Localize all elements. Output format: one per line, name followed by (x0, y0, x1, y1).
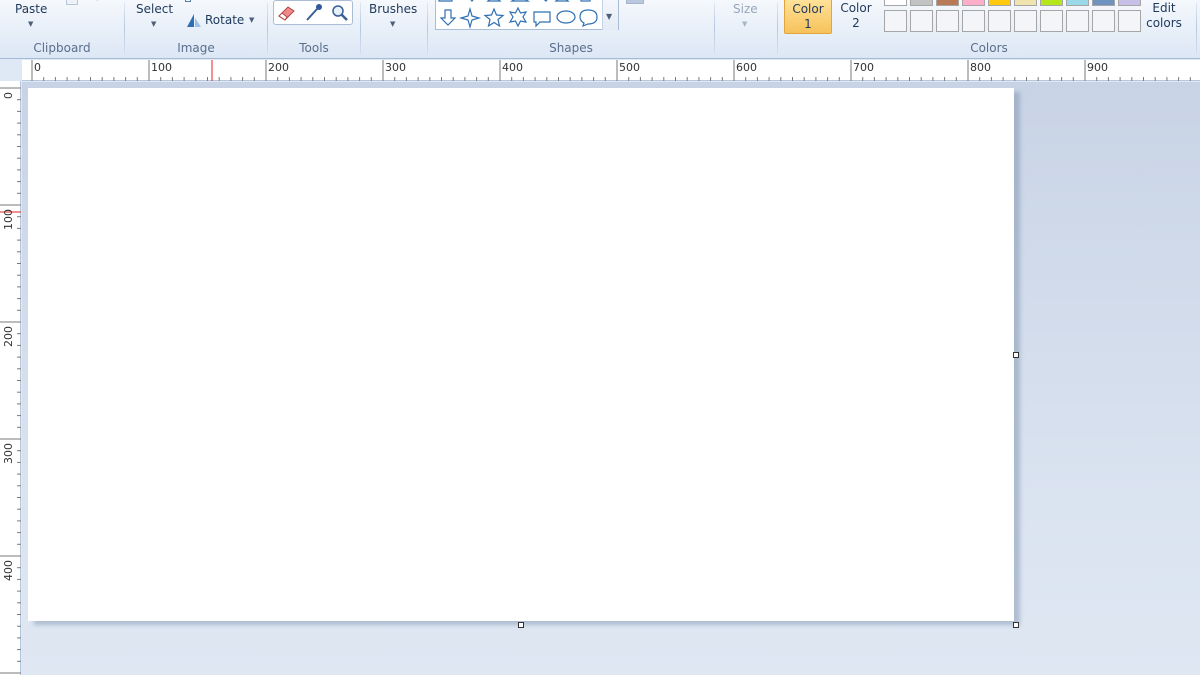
ruler-tick-label: 500 (619, 61, 640, 74)
ruler-tick-label: 600 (736, 61, 757, 74)
size-group: Size ▼ (715, 0, 777, 59)
resize-handle-right[interactable] (1013, 352, 1019, 358)
ruler-tick-label: 200 (2, 326, 15, 347)
paste-button[interactable]: Paste (15, 2, 47, 16)
size-button[interactable]: Size (733, 2, 758, 16)
shapes-gallery (435, 0, 619, 30)
color-picker-icon[interactable] (303, 3, 325, 23)
colors-group-label: Colors (970, 41, 1008, 55)
eraser-icon[interactable] (276, 3, 298, 23)
clipboard-group: Paste ▼ ✂ Clipboard (0, 0, 124, 59)
ruler-tick-label: 800 (970, 61, 991, 74)
tools-group: Tools (268, 0, 360, 59)
ruler-tick-label: 300 (2, 443, 15, 464)
cut-icon[interactable]: ✂ (96, 0, 104, 5)
horizontal-ruler-ticks (31, 60, 1191, 81)
image-group-label: Image (177, 41, 215, 55)
brushes-dropdown-icon[interactable]: ▼ (390, 20, 395, 28)
size-dropdown-icon[interactable]: ▼ (742, 20, 747, 28)
brushes-group: Brushes ▼ (361, 0, 427, 59)
horizontal-ruler: 0 100 200 300 400 500 600 700 800 900 (22, 60, 1200, 81)
ruler-corner (0, 60, 22, 81)
ruler-tick-label: 100 (2, 209, 15, 230)
shapes-scroll[interactable]: ▼ (602, 0, 618, 30)
resize-handle-bottom[interactable] (518, 622, 524, 628)
rotate-icon[interactable] (185, 12, 203, 28)
rotate-button[interactable]: Rotate (205, 13, 244, 27)
shapes-group-label: Shapes (549, 41, 593, 55)
ruler-tick-label: 0 (34, 61, 41, 74)
select-button[interactable]: Select (136, 2, 173, 16)
image-group: Select ▼ Rotate ▼ Image (125, 0, 267, 59)
ruler-tick-label: 400 (2, 560, 15, 581)
resize-handle-corner[interactable] (1013, 622, 1019, 628)
magnifier-icon[interactable] (329, 3, 351, 23)
outline-icon[interactable] (626, 0, 644, 4)
brushes-button[interactable]: Brushes (369, 2, 417, 16)
rotate-dropdown-icon[interactable]: ▼ (249, 16, 254, 24)
drawing-canvas[interactable] (28, 88, 1014, 621)
shapes-gallery-items (438, 0, 598, 30)
vertical-ruler-ticks (0, 87, 21, 674)
colors-group: Colors (778, 0, 1200, 59)
ribbon-separator (1196, 2, 1197, 54)
ruler-tick-label: 200 (268, 61, 289, 74)
select-dropdown-icon[interactable]: ▼ (151, 20, 156, 28)
ruler-tick-label: 400 (502, 61, 523, 74)
ruler-tick-label: 100 (151, 61, 172, 74)
ruler-tick-label: 300 (385, 61, 406, 74)
tools-group-label: Tools (299, 41, 329, 55)
ruler-tick-label: 0 (2, 92, 15, 99)
copy-icon[interactable] (66, 0, 78, 5)
ribbon: Paste ▼ ✂ Clipboard Select ▼ Rotate ▼ Im… (0, 0, 1200, 59)
paste-dropdown-icon[interactable]: ▼ (28, 20, 33, 28)
ruler-tick-label: 900 (1087, 61, 1108, 74)
clipboard-group-label: Clipboard (33, 41, 91, 55)
tools-box (273, 0, 353, 25)
ruler-tick-label: 700 (853, 61, 874, 74)
vertical-ruler: 0 100 200 300 400 (0, 81, 21, 675)
shapes-more-icon[interactable]: ▼ (606, 12, 612, 21)
crop-icon[interactable] (185, 0, 191, 2)
